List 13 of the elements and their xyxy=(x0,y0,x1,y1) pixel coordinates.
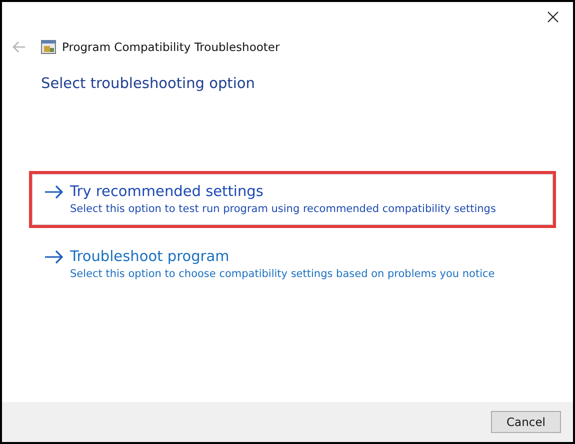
option-link[interactable]: Troubleshoot program Select this option to choose compatibility settings based on problems you notice xyxy=(32,239,553,290)
close-icon[interactable] xyxy=(547,11,559,23)
option-description: Select this option to test run program using recommended compatibility settings xyxy=(70,203,497,215)
arrow-icon xyxy=(44,250,64,264)
program-window-icon xyxy=(41,40,56,54)
option-title: Troubleshoot program xyxy=(70,249,230,265)
option-link[interactable]: Try recommended settings Select this option to test run program using recommended compatibility settings xyxy=(32,174,553,225)
page-heading: Select troubleshooting option xyxy=(41,76,256,92)
option-title: Try recommended settings xyxy=(70,184,264,200)
option-description: Select this option to choose compatibility settings based on problems you notice xyxy=(70,268,496,280)
cancel-button[interactable]: Cancel xyxy=(491,411,561,433)
arrow-icon xyxy=(44,185,64,199)
window-title: Program Compatibility Troubleshooter xyxy=(62,40,280,54)
